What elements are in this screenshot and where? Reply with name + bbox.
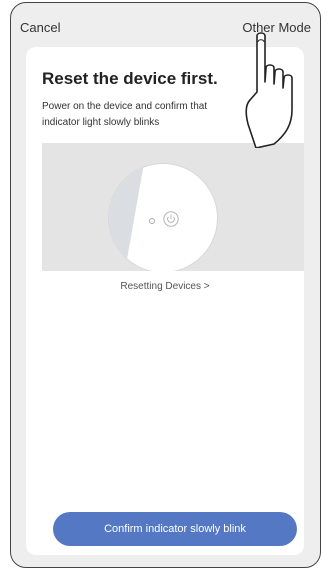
- device-illustration: [42, 143, 304, 271]
- reset-card: Reset the device first. Power on the dev…: [26, 47, 304, 555]
- cancel-button[interactable]: Cancel: [20, 20, 60, 35]
- other-mode-button[interactable]: Other Mode: [242, 20, 311, 35]
- instruction-text: Power on the device and confirm that ind…: [42, 101, 208, 128]
- top-bar: Cancel Other Mode: [11, 3, 320, 43]
- phone-screen: Cancel Other Mode Reset the device first…: [10, 2, 321, 568]
- device-closeup: [108, 163, 218, 271]
- device-edge: [109, 164, 145, 271]
- page-title: Reset the device first.: [42, 69, 218, 88]
- confirm-blink-button[interactable]: Confirm indicator slowly blink: [53, 512, 297, 546]
- indicator-light-icon: [149, 218, 155, 224]
- power-icon: [163, 211, 179, 227]
- resetting-devices-link[interactable]: Resetting Devices >: [26, 281, 304, 292]
